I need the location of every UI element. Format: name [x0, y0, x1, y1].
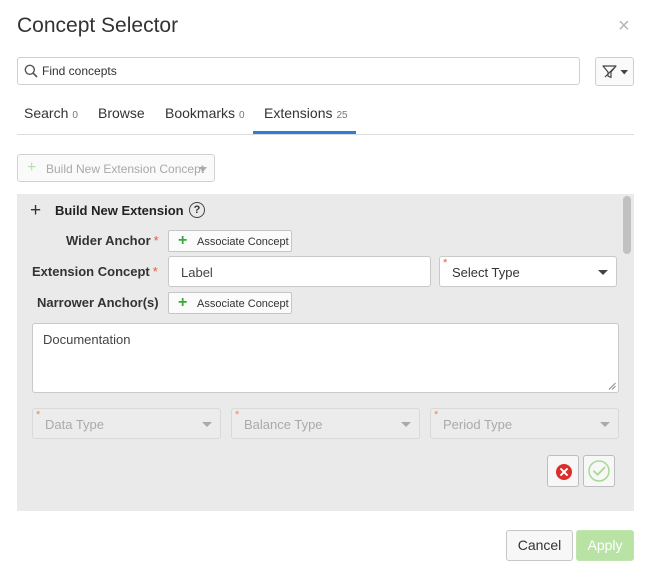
confirm-extension-button[interactable] [583, 455, 615, 487]
tab-bookmarks[interactable]: Bookmarks 0 [165, 105, 245, 134]
tab-extensions-count: 25 [336, 110, 348, 121]
discard-extension-button[interactable] [547, 455, 579, 487]
chevron-down-icon [600, 422, 610, 427]
cancel-button[interactable]: Cancel [506, 530, 573, 561]
wider-anchor-text: Wider Anchor [66, 233, 151, 248]
question-circle-icon[interactable]: ? [189, 202, 205, 218]
required-mark: * [235, 409, 240, 421]
tab-bookmarks-label: Bookmarks [165, 105, 236, 121]
check-circle-icon [588, 460, 610, 482]
tab-bookmarks-count: 0 [239, 110, 245, 121]
tab-search-count: 0 [72, 110, 78, 121]
chevron-down-icon [401, 422, 411, 427]
tab-bar: Search 0 Browse Bookmarks 0 Extensions 25 [17, 105, 634, 135]
tab-search-label: Search [24, 105, 69, 121]
required-mark: * [36, 409, 41, 421]
period-type-dropdown[interactable]: * Period Type [430, 408, 619, 439]
required-mark: * [434, 409, 439, 421]
chevron-down-icon [598, 270, 608, 275]
extension-concept-label: Extension Concept * [32, 264, 158, 279]
documentation-field[interactable] [32, 323, 619, 393]
plus-icon: + [178, 232, 188, 249]
documentation-textarea[interactable] [43, 332, 603, 384]
tab-extensions[interactable]: Extensions 25 [253, 105, 356, 134]
data-type-dropdown[interactable]: * Data Type [32, 408, 221, 439]
dialog-title: Concept Selector [17, 14, 179, 37]
associate-concept-label: Associate Concept [197, 236, 289, 248]
required-mark: * [152, 264, 158, 279]
label-field[interactable] [168, 256, 431, 287]
balance-type-dropdown[interactable]: * Balance Type [231, 408, 420, 439]
tab-browse-label: Browse [98, 105, 145, 121]
tab-extensions-label: Extensions [264, 105, 333, 121]
tab-browse[interactable]: Browse [98, 105, 145, 134]
plus-icon: + [27, 159, 37, 176]
chevron-down-icon [202, 422, 212, 427]
associate-concept-label: Associate Concept [197, 298, 289, 310]
filter-button[interactable] [595, 57, 634, 86]
narrower-anchor-associate-button[interactable]: + Associate Concept [168, 292, 292, 314]
search-input[interactable] [42, 62, 572, 80]
data-type-value: Data Type [45, 417, 105, 432]
required-mark: * [443, 257, 448, 269]
wider-anchor-associate-button[interactable]: + Associate Concept [168, 230, 292, 252]
filter-icon [602, 65, 628, 79]
apply-button[interactable]: Apply [576, 530, 634, 561]
collapse-plus-icon[interactable]: + [30, 200, 41, 222]
panel-title: Build New Extension [55, 203, 184, 218]
select-type-value: Select Type [452, 265, 520, 280]
build-button-label: Build New Extension Concept [46, 162, 205, 176]
wider-anchor-label: Wider Anchor * [66, 233, 159, 248]
required-mark: * [153, 233, 159, 248]
extension-concept-text: Extension Concept [32, 264, 150, 279]
chevron-down-icon [199, 167, 207, 172]
plus-icon: + [178, 294, 188, 311]
search-box[interactable] [17, 57, 580, 85]
narrower-anchor-label: Narrower Anchor(s) [37, 295, 159, 310]
build-new-extension-concept-button[interactable]: + Build New Extension Concept [17, 154, 215, 182]
period-type-value: Period Type [443, 417, 513, 432]
search-icon [24, 64, 38, 78]
tab-search[interactable]: Search 0 [24, 105, 78, 134]
panel-scrollbar-thumb[interactable] [623, 196, 631, 254]
balance-type-value: Balance Type [244, 417, 323, 432]
select-type-dropdown[interactable]: * Select Type [439, 256, 617, 287]
label-input[interactable] [181, 264, 421, 280]
close-icon[interactable]: × [618, 16, 630, 36]
resize-grip-icon[interactable] [608, 382, 616, 390]
cancel-circle-icon [556, 464, 572, 480]
